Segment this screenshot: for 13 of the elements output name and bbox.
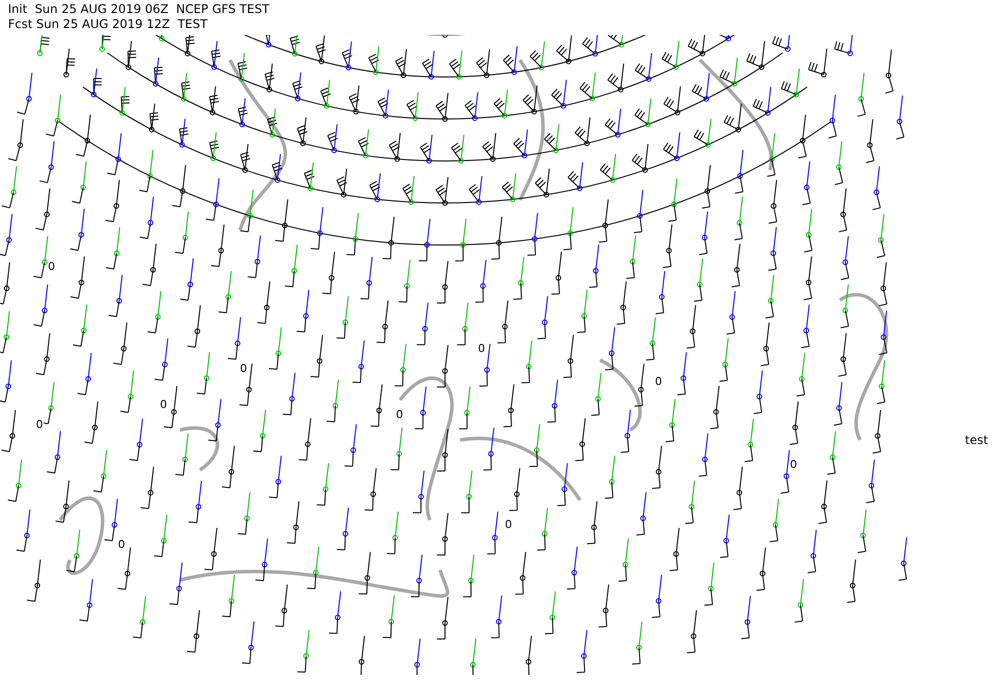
forecast-time-label: Fcst Sun 25 AUG 2019 12Z TEST [8, 17, 208, 32]
contour-label: 0 [655, 375, 662, 388]
contour-label: 0 [478, 342, 485, 355]
contour-label: 0 [36, 418, 43, 431]
contour-label: 0 [396, 408, 403, 421]
init-time-label: Init Sun 25 AUG 2019 06Z NCEP GFS TEST [8, 2, 270, 17]
contour-label: 0 [118, 538, 125, 551]
contour-label: 0 [240, 362, 247, 375]
contour-label: 0 [505, 518, 512, 531]
side-label: test [965, 433, 988, 447]
contour-label: 0 [160, 398, 167, 411]
contour-label: 0 [48, 260, 55, 273]
contour-label: 0 [790, 458, 797, 471]
